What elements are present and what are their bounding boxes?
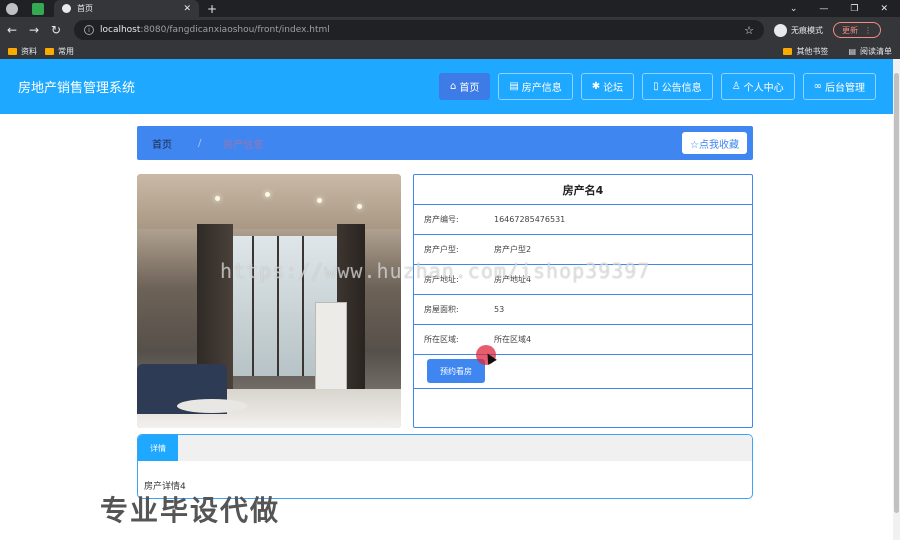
info-value: 53 bbox=[494, 305, 505, 314]
info-row-id: 房产编号: 16467285476531 bbox=[414, 205, 752, 235]
url-host: localhost bbox=[100, 25, 141, 35]
menu-item-home[interactable]: ⌂ 首页 bbox=[438, 73, 491, 100]
browser-tab-title: 首页 bbox=[77, 4, 93, 13]
link-icon: ∞ bbox=[813, 81, 822, 92]
bookmark-star-icon[interactable]: ☆ bbox=[744, 24, 754, 37]
bookmark-label: 常用 bbox=[58, 46, 74, 56]
restore-icon[interactable]: ❐ bbox=[850, 4, 858, 14]
menu-item-label: 公告信息 bbox=[661, 83, 702, 94]
bookmarks-bar: 资料 常用 其他书签 ▤ 阅读清单 bbox=[0, 43, 900, 59]
info-value: 所在区域4 bbox=[494, 335, 532, 344]
site-header: 房地产销售管理系统 ⌂ 首页 ▤ 房产信息 ✱ 论坛 ▯ 公告信息 ♙ 个人中心 bbox=[0, 59, 893, 114]
menu-item-forum[interactable]: ✱ 论坛 bbox=[580, 73, 635, 100]
breadcrumb-separator: / bbox=[198, 137, 202, 149]
list-icon: ▤ bbox=[509, 81, 519, 92]
menu-item-profile[interactable]: ♙ 个人中心 bbox=[720, 73, 795, 100]
detail-tabs: 详情 bbox=[138, 435, 752, 461]
address-bar-row: ← → ↻ i localhost:8080/fangdicanxiaoshou… bbox=[0, 17, 900, 43]
property-photo bbox=[137, 174, 401, 428]
reading-list-icon: ▤ bbox=[848, 46, 856, 56]
incognito-icon bbox=[774, 23, 787, 37]
site-brand[interactable]: 房地产销售管理系统 bbox=[18, 77, 135, 96]
menu-item-label: 个人中心 bbox=[743, 83, 784, 94]
folder-icon bbox=[783, 47, 793, 55]
user-icon: ♙ bbox=[731, 81, 741, 92]
info-row-district: 所在区域: 所在区域4 bbox=[414, 325, 752, 355]
browser-tab-bar: 首页 ✕ + ⌄ — ❐ ✕ bbox=[0, 0, 900, 17]
reading-list[interactable]: ▤ 阅读清单 bbox=[848, 46, 892, 57]
snowflake-icon: ✱ bbox=[591, 81, 601, 92]
tab-search-icon[interactable]: ⌄ bbox=[790, 4, 798, 14]
bookmark-label: 阅读清单 bbox=[860, 46, 892, 56]
minimize-icon[interactable]: — bbox=[819, 4, 828, 14]
breadcrumb-current: 房产信息 bbox=[223, 139, 264, 151]
menu-item-property[interactable]: ▤ 房产信息 bbox=[498, 73, 573, 100]
bookmark-folder-0[interactable]: 资料 bbox=[8, 46, 37, 57]
info-label: 房产编号: bbox=[424, 215, 459, 224]
incognito-indicator[interactable]: 无痕模式 bbox=[774, 23, 823, 37]
info-value: 16467285476531 bbox=[494, 215, 566, 224]
info-label: 房屋面积: bbox=[424, 305, 459, 314]
update-button[interactable]: 更新 ⋮ bbox=[833, 22, 881, 38]
menu-item-label: 后台管理 bbox=[825, 83, 865, 94]
tab-detail[interactable]: 详情 bbox=[138, 435, 178, 461]
info-value: 房产户型2 bbox=[494, 245, 532, 254]
back-icon[interactable]: ← bbox=[2, 23, 22, 37]
info-action-row: 预约看房 bbox=[414, 355, 752, 389]
browser-tab-active[interactable]: 首页 ✕ bbox=[54, 0, 199, 17]
url-input[interactable]: i localhost:8080/fangdicanxiaoshou/front… bbox=[74, 20, 764, 40]
close-tab-icon[interactable]: ✕ bbox=[183, 4, 191, 14]
forward-icon[interactable]: → bbox=[24, 23, 44, 37]
window-close-icon[interactable]: ✕ bbox=[880, 4, 888, 14]
browser-tab-favicon-icon[interactable] bbox=[6, 2, 18, 15]
property-info-panel: 房产名4 房产编号: 16467285476531 房产户型: 房产户型2 房产… bbox=[413, 174, 753, 428]
promo-overlay-text: 专业毕设代做 bbox=[100, 494, 281, 527]
menu-item-admin[interactable]: ∞ 后台管理 bbox=[802, 73, 876, 100]
url-path: :8080/fangdicanxiaoshou/front/index.html bbox=[140, 25, 330, 35]
bookmark-label: 其他书签 bbox=[796, 46, 829, 56]
new-tab-icon[interactable]: + bbox=[207, 2, 217, 16]
folder-icon bbox=[45, 47, 54, 55]
info-label: 所在区域: bbox=[424, 335, 459, 344]
page-scrollbar[interactable] bbox=[893, 59, 900, 540]
watermark-text: https://www.huzhan.com/ishop39397 bbox=[220, 259, 651, 283]
document-icon: ▯ bbox=[653, 81, 659, 92]
page-content: 房地产销售管理系统 ⌂ 首页 ▤ 房产信息 ✱ 论坛 ▯ 公告信息 ♙ 个人中心 bbox=[0, 59, 893, 540]
scrollbar-thumb[interactable] bbox=[894, 73, 899, 513]
menu-item-label: 论坛 bbox=[603, 83, 624, 94]
bookmark-label: 资料 bbox=[21, 46, 37, 56]
folder-icon bbox=[8, 47, 17, 55]
other-bookmarks[interactable]: 其他书签 bbox=[783, 46, 828, 57]
browser-tab-sheet-icon[interactable] bbox=[32, 2, 44, 15]
menu-item-notice[interactable]: ▯ 公告信息 bbox=[642, 73, 713, 100]
property-title: 房产名4 bbox=[414, 175, 752, 205]
breadcrumb-home[interactable]: 首页 bbox=[152, 136, 172, 151]
info-label: 房产户型: bbox=[424, 245, 459, 254]
info-row-area: 房屋面积: 53 bbox=[414, 295, 752, 325]
bookmark-folder-1[interactable]: 常用 bbox=[45, 46, 74, 57]
home-icon: ⌂ bbox=[449, 81, 457, 92]
incognito-label: 无痕模式 bbox=[791, 25, 823, 35]
more-menu-icon[interactable]: ⋮ bbox=[864, 26, 872, 35]
update-label: 更新 bbox=[842, 25, 858, 35]
main-menu: ⌂ 首页 ▤ 房产信息 ✱ 论坛 ▯ 公告信息 ♙ 个人中心 ∞ 后台管理 bbox=[438, 73, 876, 100]
breadcrumb: 首页 / 房产信息 ☆点我收藏 bbox=[137, 126, 753, 160]
site-info-icon[interactable]: i bbox=[84, 25, 94, 35]
reload-icon[interactable]: ↻ bbox=[46, 23, 66, 37]
favorite-button[interactable]: ☆点我收藏 bbox=[682, 132, 747, 154]
menu-item-label: 房产信息 bbox=[521, 83, 562, 94]
book-viewing-button[interactable]: 预约看房 bbox=[427, 359, 485, 383]
globe-icon bbox=[62, 4, 71, 13]
menu-item-label: 首页 bbox=[459, 83, 480, 94]
